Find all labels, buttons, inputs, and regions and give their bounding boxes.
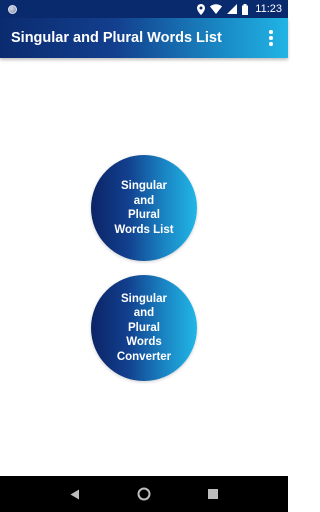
words-list-button[interactable]: Singular and Plural Words List [91, 155, 197, 261]
status-bar: 11:23 [0, 0, 288, 18]
home-icon [137, 487, 151, 501]
words-list-button-label: Singular and Plural Words List [114, 180, 174, 236]
wifi-icon [210, 4, 223, 14]
home-button[interactable] [132, 482, 156, 506]
app-bar: Singular and Plural Words List [0, 18, 288, 58]
nav-bar [0, 476, 288, 512]
recents-icon [208, 489, 219, 499]
location-icon [197, 3, 206, 15]
recents-button[interactable] [201, 482, 225, 506]
overflow-menu-icon [269, 30, 273, 34]
notification-icon [8, 4, 17, 14]
overflow-menu-button[interactable] [264, 26, 278, 50]
status-time: 11:23 [255, 3, 282, 15]
signal-icon [227, 4, 238, 14]
back-button[interactable] [63, 482, 87, 506]
app-title: Singular and Plural Words List [11, 30, 222, 46]
status-right: 11:23 [197, 3, 282, 15]
words-converter-button-label: Singular and Plural Words Converter [116, 292, 172, 363]
words-converter-button[interactable]: Singular and Plural Words Converter [91, 275, 197, 381]
battery-icon [242, 3, 249, 15]
status-left [8, 4, 17, 14]
back-icon [70, 489, 79, 499]
